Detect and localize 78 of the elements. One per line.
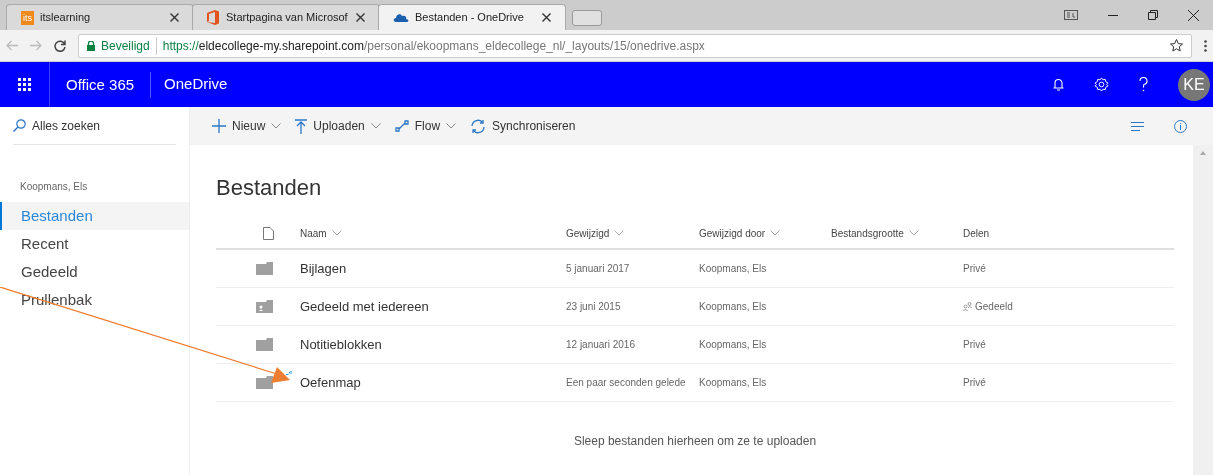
modified-by: Koopmans, Els: [699, 262, 768, 276]
user-avatar[interactable]: KE: [1178, 68, 1210, 101]
file-row[interactable]: Bijlagen 5 januari 2017 Koopmans, Els Privé: [216, 250, 1174, 288]
browser-tab[interactable]: its itslearning: [6, 4, 194, 30]
minimize-icon[interactable]: [1108, 14, 1118, 16]
file-name[interactable]: Bijlagen: [300, 258, 566, 279]
file-row[interactable]: Gedeeld met iedereen 23 juni 2015 Koopmans, Els Gedeeld: [216, 288, 1174, 326]
app-logo-icon: its: [21, 10, 34, 25]
modified-date: 5 januari 2017: [566, 262, 631, 276]
view-options-icon[interactable]: [1131, 121, 1144, 131]
file-name[interactable]: Oefenmap: [300, 372, 566, 393]
url-text: https://eldecollege-my.sharepoint.com/personal/ekoopmans_eldecollege_nl/_layouts/15/onedrive.aspx: [162, 37, 706, 55]
user-name: Koopmans, Els: [19, 180, 89, 194]
secure-label: Beveiligd: [101, 36, 157, 55]
column-header[interactable]: Naam: [300, 225, 566, 241]
file-name[interactable]: Gedeeld met iedereen: [300, 296, 566, 317]
address-field[interactable]: Beveiligd https://eldecollege-my.sharepoint.com/personal/ekoopmans_eldecollege_nl/_layouts/15/onedrive.aspx: [78, 33, 1192, 58]
plus-icon: [212, 119, 226, 133]
sharing-status: Gedeeld: [963, 299, 1174, 314]
folder-icon: [255, 262, 273, 275]
sync-icon: [470, 118, 487, 134]
drop-hint: Sleep bestanden hierheen om ze te uploaden: [573, 433, 817, 450]
upload-icon: [295, 118, 308, 134]
modified-by: Koopmans, Els: [699, 376, 768, 390]
shared-folder-icon: [255, 300, 273, 313]
modified-date: Een paar seconden gelede: [566, 376, 687, 390]
help-icon[interactable]: [1139, 77, 1148, 92]
browser-tab[interactable]: Startpagina van Microsof: [192, 4, 380, 30]
cloud-icon: [393, 12, 409, 23]
close-icon[interactable]: [1188, 9, 1199, 21]
column-header[interactable]: Gewijzigd: [566, 225, 699, 241]
modified-by: Koopmans, Els: [699, 338, 768, 352]
sharing-status: Privé: [963, 338, 987, 352]
column-header[interactable]: Bestandsgrootte: [831, 225, 963, 241]
modified-by: Koopmans, Els: [699, 300, 768, 314]
search-icon: [13, 119, 26, 132]
page-title: Bestanden: [216, 174, 323, 202]
column-header[interactable]: Delen: [963, 225, 1174, 241]
profile-icon[interactable]: [1064, 10, 1078, 20]
office-logo-icon: [207, 10, 220, 25]
close-icon[interactable]: [542, 13, 551, 22]
column-header[interactable]: Gewijzigd door: [699, 225, 831, 241]
people-icon: [963, 302, 972, 311]
browser-tab[interactable]: Bestanden - OneDrive: [378, 4, 566, 30]
menu-icon[interactable]: [1204, 39, 1207, 52]
info-icon[interactable]: [1174, 119, 1187, 133]
file-type-icon: [262, 226, 274, 240]
reload-icon[interactable]: [54, 39, 66, 52]
command-button[interactable]: Nieuw: [212, 117, 282, 135]
suite-title[interactable]: Office 365: [50, 71, 152, 98]
lock-icon: [87, 40, 95, 51]
app-title[interactable]: OneDrive: [151, 73, 241, 96]
scrollbar[interactable]: [1193, 145, 1213, 475]
folder-icon: [255, 338, 273, 351]
command-button[interactable]: Uploaden: [295, 117, 381, 135]
close-icon[interactable]: [356, 13, 365, 22]
restore-icon[interactable]: [1148, 10, 1158, 20]
file-name[interactable]: Notitieblokken: [300, 334, 566, 355]
command-button[interactable]: Synchroniseren: [470, 117, 576, 135]
search-field[interactable]: Alles zoeken: [13, 107, 176, 145]
modified-date: 23 juni 2015: [566, 300, 622, 314]
command-button[interactable]: Flow: [394, 117, 457, 135]
tab-title: itslearning: [40, 10, 92, 26]
modified-date: 12 januari 2016: [566, 338, 636, 352]
close-icon[interactable]: [170, 13, 179, 22]
sharing-status: Privé: [963, 376, 987, 390]
star-icon[interactable]: [1170, 39, 1183, 52]
nav-item[interactable]: Gedeeld: [0, 258, 189, 286]
bell-icon[interactable]: [1053, 77, 1064, 92]
sharing-status: Privé: [963, 262, 987, 276]
app-launcher-icon[interactable]: [18, 78, 31, 91]
tab-title: Startpagina van Microsof: [226, 10, 349, 26]
settings-icon[interactable]: [1094, 77, 1109, 92]
folder-icon: [255, 376, 273, 389]
tab-title: Bestanden - OneDrive: [415, 10, 525, 26]
nav-item[interactable]: Recent: [0, 230, 189, 258]
flow-icon: [394, 120, 409, 132]
file-row[interactable]: Notitieblokken 12 januari 2016 Koopmans, Els Privé: [216, 326, 1174, 364]
